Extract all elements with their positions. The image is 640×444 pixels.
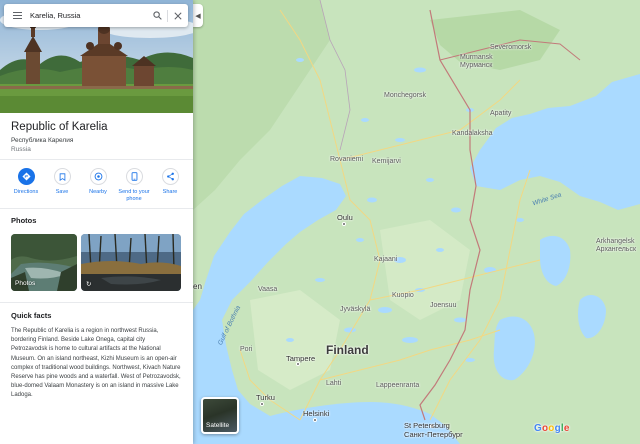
map-label-edge: en [193, 282, 202, 291]
map-label-murmansk: Murmansk [460, 54, 493, 61]
directions-button[interactable]: Directions [8, 168, 44, 203]
helsinki-dot [313, 418, 317, 422]
divider [0, 208, 193, 209]
share-label: Share [162, 189, 178, 195]
place-country: Russia [11, 146, 31, 153]
map-label-kuopio: Kuopio [392, 292, 414, 299]
share-button[interactable]: Share [152, 168, 188, 203]
save-label: Save [55, 189, 69, 195]
quick-facts-text: The Republic of Karelia is a region in n… [11, 328, 181, 399]
map-label-pori: Pori [240, 346, 253, 353]
photo-360-thumbnail[interactable]: ↻ [81, 234, 181, 291]
photos-heading: Photos [11, 216, 37, 225]
map-label-country: Finland [326, 343, 369, 357]
map-label-apatity: Apatity [490, 110, 512, 117]
save-button[interactable]: Save [44, 168, 80, 203]
directions-icon [17, 168, 35, 185]
photo-360-graphic [81, 234, 181, 291]
search-input[interactable] [30, 5, 147, 26]
share-icon [161, 168, 179, 185]
map-label-lappeenranta: Lappeenranta [376, 382, 420, 389]
360-view-icon: ↻ [86, 281, 92, 288]
place-side-panel: Republic of Karelia Республика Карелия R… [0, 0, 193, 444]
map-label-murmansk-ru: Мурманск [460, 62, 493, 69]
map-label-rovaniemi: Rovaniemi [330, 156, 364, 163]
logo-letter: G [534, 423, 542, 434]
logo-letter: e [563, 423, 570, 434]
quick-facts-heading: Quick facts [11, 311, 52, 320]
map-label-jyvaskyla: Jyväskylä [340, 306, 371, 313]
map-label-arkhangelsk-ru: Архангельск [596, 246, 637, 253]
map-label-tampere: Tampere [286, 354, 316, 363]
map-label-oulu: Oulu [337, 213, 353, 222]
satellite-toggle-button[interactable]: Satellite [201, 397, 239, 434]
photo-thumbnail[interactable]: Photos [11, 234, 77, 291]
turku-dot [260, 402, 264, 406]
map-label-turku: Turku [256, 393, 275, 402]
map-label-severomorsk: Severomorsk [490, 44, 532, 51]
nearby-icon [89, 168, 107, 185]
photo-caption: Photos [15, 280, 36, 287]
map-label-kajaani: Kajaani [374, 256, 398, 263]
send-to-phone-button[interactable]: Send to your phone [116, 168, 152, 203]
action-buttons-row: Directions Save Nearby Send to your phon… [8, 168, 188, 203]
map-label-st-petersburg-ru: Санкт-Петербург [404, 430, 463, 439]
hamburger-menu-icon[interactable] [4, 4, 30, 27]
map-label-arkhangelsk: Arkhangelsk [596, 238, 635, 245]
map-label-kandalaksha: Kandalaksha [452, 130, 493, 137]
directions-label: Directions [13, 189, 39, 195]
send-to-phone-label: Send to your phone [118, 189, 150, 202]
place-native-name: Республика Карелия [11, 137, 74, 144]
map-label-lahti: Lahti [326, 380, 342, 387]
map-label-helsinki: Helsinki [303, 409, 330, 418]
divider [0, 302, 193, 303]
map-label-kemijarvi: Kemijarvi [372, 158, 401, 165]
divider [0, 159, 193, 160]
google-logo: Google [534, 423, 570, 434]
bookmark-icon [53, 168, 71, 185]
close-icon[interactable] [168, 4, 188, 27]
map-label-joensuu: Joensuu [430, 302, 457, 309]
chevron-left-icon: ◀ [195, 12, 201, 20]
nearby-button[interactable]: Nearby [80, 168, 116, 203]
map-label-vaasa: Vaasa [258, 286, 278, 293]
search-box [4, 4, 188, 27]
satellite-label: Satellite [206, 422, 230, 429]
map-label-st-petersburg: St Petersburg [404, 421, 450, 430]
collapse-panel-button[interactable]: ◀ [193, 4, 203, 27]
oulu-dot [342, 222, 346, 226]
place-title: Republic of Karelia [11, 121, 108, 133]
phone-icon [125, 168, 143, 185]
nearby-label: Nearby [89, 189, 107, 195]
search-icon[interactable] [147, 4, 167, 27]
map-label-monchegorsk: Monchegorsk [384, 92, 427, 99]
